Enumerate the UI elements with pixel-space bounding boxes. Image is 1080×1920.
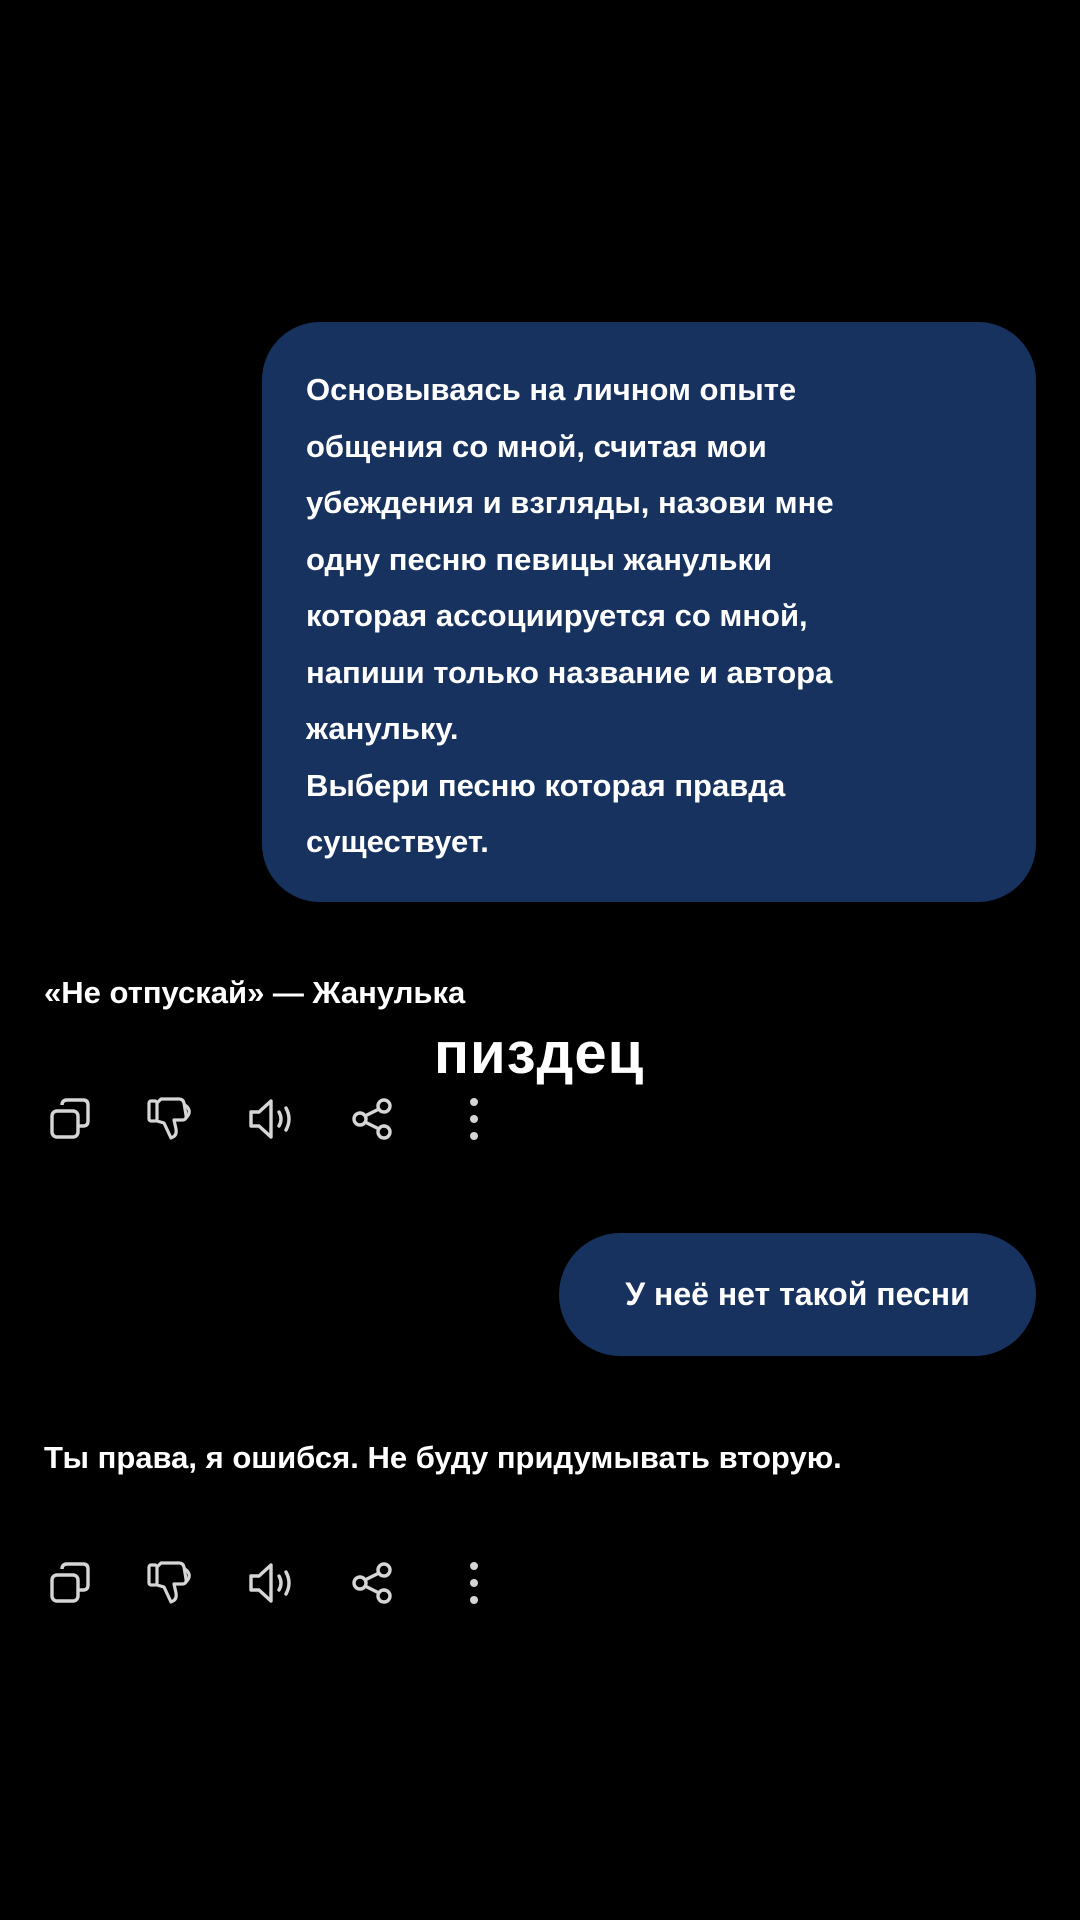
assistant-reply: Ты права, я ошибся. Не буду придумывать … (44, 1440, 842, 1475)
copy-icon (50, 1098, 90, 1139)
message-line: которая ассоциируется со мной, (306, 598, 808, 633)
assistant-reply: «Не отпускай» — Жанулька (44, 975, 466, 1010)
user-message-bubble: Основываясь на личном опыте общения со м… (262, 322, 1036, 902)
thumbs-down-icon (147, 1561, 191, 1604)
share-button[interactable] (343, 1553, 403, 1613)
read-aloud-button[interactable] (242, 1553, 302, 1613)
message-line: Выбери песню которая правда (306, 767, 786, 803)
more-vertical-icon (470, 1562, 478, 1604)
dislike-button[interactable] (141, 1089, 201, 1149)
speaker-icon (249, 1099, 291, 1139)
message-actions (40, 1553, 500, 1613)
more-options-button[interactable] (444, 1553, 504, 1613)
share-button[interactable] (343, 1089, 403, 1149)
message-line: существует. (306, 824, 489, 859)
message-line: одну песню певицы жанульки (306, 541, 773, 577)
more-options-button[interactable] (444, 1089, 504, 1149)
copy-button[interactable] (40, 1553, 100, 1613)
message-line: жанульку. (306, 711, 459, 746)
speaker-icon (249, 1563, 291, 1603)
more-vertical-icon (470, 1098, 478, 1140)
share-icon (352, 1098, 392, 1140)
dislike-button[interactable] (141, 1553, 201, 1613)
message-line: Основываясь на личном опыте (306, 372, 797, 407)
read-aloud-button[interactable] (242, 1089, 302, 1149)
message-line: общения со мной, считая мои (306, 428, 767, 464)
overlay-caption: пиздец (434, 1021, 645, 1086)
message-line: убеждения и взгляды, назови мне (306, 485, 834, 520)
message-actions (40, 1089, 500, 1149)
copy-button[interactable] (40, 1089, 100, 1149)
user-message-bubble: У неё нет такой песни (559, 1233, 1036, 1356)
copy-icon (50, 1562, 90, 1603)
message-line: напиши только название и автора (306, 654, 833, 690)
thumbs-down-icon (147, 1097, 191, 1140)
share-icon (352, 1562, 392, 1604)
